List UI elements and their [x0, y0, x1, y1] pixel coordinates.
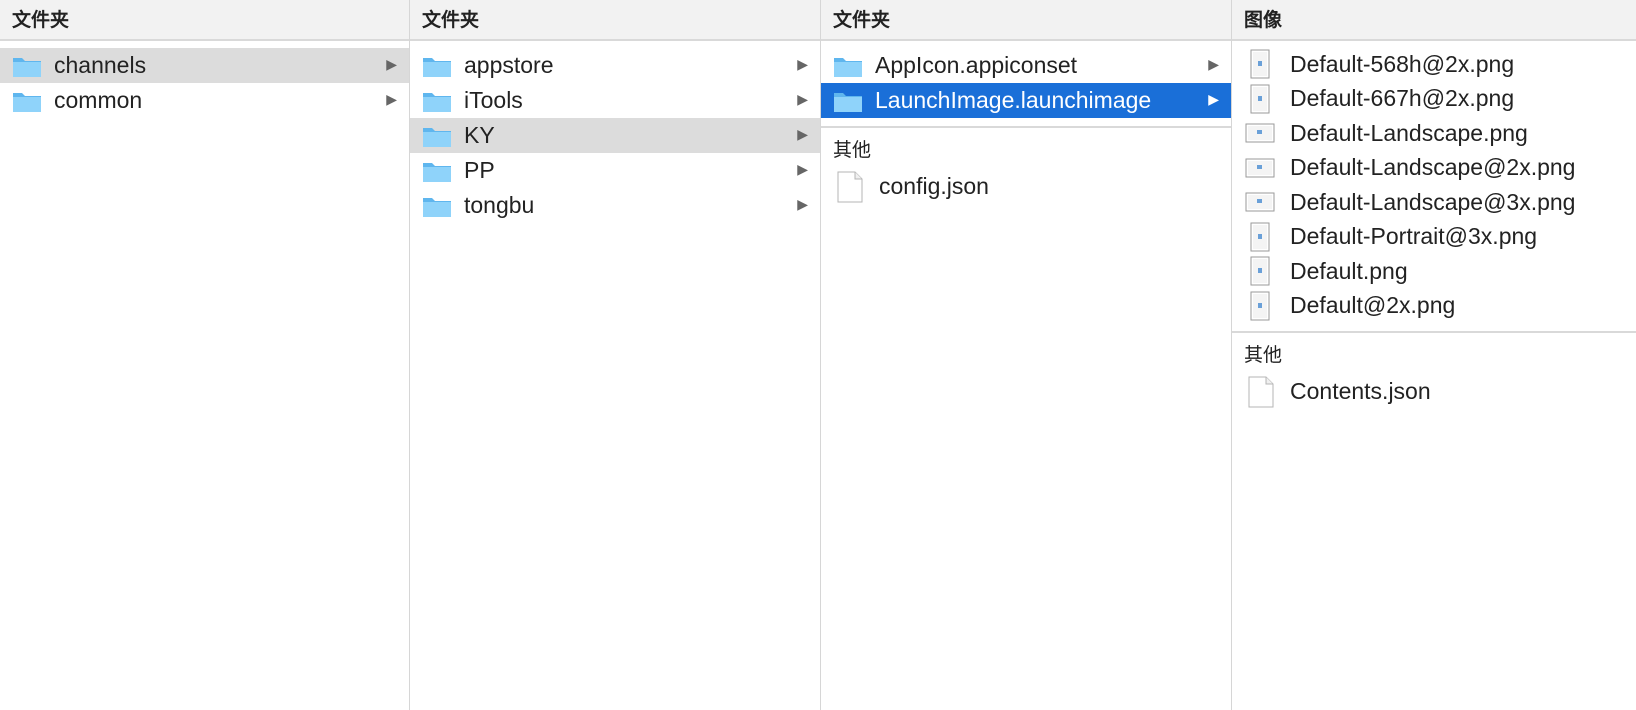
image-file-icon	[1244, 123, 1276, 143]
column-3[interactable]: 文件夹 AppIcon.appiconset ▶ LaunchImage.lau…	[821, 0, 1232, 710]
folder-icon	[422, 89, 452, 113]
image-file-icon	[1244, 49, 1276, 79]
folder-icon	[833, 54, 863, 78]
image-row[interactable]: Default-Portrait@3x.png	[1232, 220, 1636, 255]
column-header: 文件夹	[0, 0, 409, 41]
disclosure-arrow-icon: ▶	[1208, 57, 1219, 73]
file-row-contents-json[interactable]: Contents.json	[1232, 373, 1636, 410]
image-row[interactable]: Default-Landscape.png	[1232, 116, 1636, 151]
folder-row-tongbu[interactable]: tongbu ▶	[410, 188, 820, 223]
image-label: Default-Landscape@2x.png	[1290, 154, 1576, 181]
folder-list: AppIcon.appiconset ▶ LaunchImage.launchi…	[821, 41, 1231, 118]
image-label: Default@2x.png	[1290, 292, 1456, 319]
document-icon	[837, 171, 863, 203]
folder-row-itools[interactable]: iTools ▶	[410, 83, 820, 118]
disclosure-arrow-icon: ▶	[797, 162, 808, 178]
image-file-icon	[1244, 291, 1276, 321]
folder-icon	[422, 124, 452, 148]
folder-icon	[833, 89, 863, 113]
disclosure-arrow-icon: ▶	[797, 92, 808, 108]
disclosure-arrow-icon: ▶	[797, 197, 808, 213]
image-file-icon	[1244, 192, 1276, 212]
folder-list: appstore ▶ iTools ▶ KY ▶ PP ▶ tongbu ▶	[410, 41, 820, 223]
file-label: Contents.json	[1290, 378, 1431, 404]
folder-icon	[422, 54, 452, 78]
image-row[interactable]: Default-Landscape@2x.png	[1232, 151, 1636, 186]
other-file-list: config.json	[821, 168, 1231, 205]
image-label: Default-Portrait@3x.png	[1290, 223, 1538, 250]
image-file-icon	[1244, 158, 1276, 178]
file-label: config.json	[879, 173, 989, 199]
group-header-other: 其他	[1244, 344, 1283, 366]
column-4[interactable]: 图像 Default-568h@2x.png Default-667h@2x.p…	[1232, 0, 1636, 710]
folder-row-appiconset[interactable]: AppIcon.appiconset ▶	[821, 48, 1231, 83]
folder-row-pp[interactable]: PP ▶	[410, 153, 820, 188]
image-file-icon	[1244, 256, 1276, 286]
folder-row-ky[interactable]: KY ▶	[410, 118, 820, 153]
group-header-other: 其他	[833, 139, 872, 161]
folder-icon	[422, 159, 452, 183]
column-header: 图像	[1232, 0, 1636, 41]
image-file-icon	[1244, 84, 1276, 114]
image-row[interactable]: Default-Landscape@3x.png	[1232, 185, 1636, 220]
image-label: Default-Landscape.png	[1290, 119, 1528, 146]
disclosure-arrow-icon: ▶	[386, 92, 397, 108]
folder-label: LaunchImage.launchimage	[875, 87, 1152, 113]
folder-row-common[interactable]: common ▶	[0, 83, 409, 118]
folder-label: KY	[464, 122, 495, 148]
folder-list: channels ▶ common ▶	[0, 41, 409, 118]
folder-row-channels[interactable]: channels ▶	[0, 48, 409, 83]
image-label: Default-667h@2x.png	[1290, 85, 1515, 112]
image-label: Default.png	[1290, 257, 1408, 284]
image-row[interactable]: Default-568h@2x.png	[1232, 47, 1636, 82]
folder-icon	[12, 89, 42, 113]
folder-label: tongbu	[464, 192, 535, 218]
image-list: Default-568h@2x.png Default-667h@2x.png …	[1232, 41, 1636, 323]
folder-label: channels	[54, 52, 147, 78]
folder-row-appstore[interactable]: appstore ▶	[410, 48, 820, 83]
disclosure-arrow-icon: ▶	[797, 127, 808, 143]
folder-label: PP	[464, 157, 495, 183]
column-1[interactable]: 文件夹 channels ▶ common ▶	[0, 0, 410, 710]
folder-icon	[12, 54, 42, 78]
folder-label: AppIcon.appiconset	[875, 52, 1078, 78]
folder-row-launchimage[interactable]: LaunchImage.launchimage ▶	[821, 83, 1231, 118]
image-row[interactable]: Default-667h@2x.png	[1232, 82, 1636, 117]
folder-icon	[422, 194, 452, 218]
column-header: 文件夹	[821, 0, 1231, 41]
image-row[interactable]: Default@2x.png	[1232, 289, 1636, 324]
file-row-config-json[interactable]: config.json	[821, 168, 1231, 205]
disclosure-arrow-icon: ▶	[797, 57, 808, 73]
column-browser: 文件夹 channels ▶ common ▶ 文件夹 appstore ▶ i…	[0, 0, 1636, 710]
disclosure-arrow-icon: ▶	[1208, 92, 1219, 108]
column-2[interactable]: 文件夹 appstore ▶ iTools ▶ KY ▶ PP ▶ tongbu…	[410, 0, 821, 710]
image-file-icon	[1244, 222, 1276, 252]
image-row[interactable]: Default.png	[1232, 254, 1636, 289]
disclosure-arrow-icon: ▶	[386, 57, 397, 73]
column-header: 文件夹	[410, 0, 820, 41]
document-icon	[1248, 376, 1274, 408]
folder-label: appstore	[464, 52, 554, 78]
other-file-list: Contents.json	[1232, 373, 1636, 410]
folder-label: iTools	[464, 87, 523, 113]
image-label: Default-568h@2x.png	[1290, 50, 1515, 77]
folder-label: common	[54, 87, 143, 113]
image-label: Default-Landscape@3x.png	[1290, 188, 1576, 215]
